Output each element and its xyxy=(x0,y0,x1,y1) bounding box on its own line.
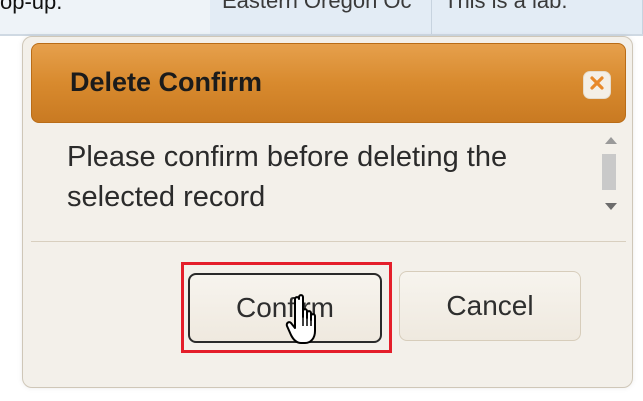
close-icon xyxy=(589,75,605,96)
background-cell-text: Eastern Oregon Oc xyxy=(222,0,412,13)
scroll-down-arrow-icon[interactable] xyxy=(605,203,617,210)
dialog-title: Delete Confirm xyxy=(70,67,263,97)
hand-pointer-icon xyxy=(285,293,325,349)
cancel-button[interactable]: Cancel xyxy=(399,271,581,341)
background-cell-text: This is a lab. xyxy=(444,0,568,13)
dialog-content: Please confirm before deleting the selec… xyxy=(31,129,626,239)
dialog-divider xyxy=(31,241,626,242)
screen: op-up. Eastern Oregon Oc This is a lab. … xyxy=(0,0,643,401)
scroll-up-arrow-icon[interactable] xyxy=(605,137,617,144)
background-text: op-up. xyxy=(0,0,63,14)
dialog-message: Please confirm before deleting the selec… xyxy=(67,141,508,213)
close-button[interactable] xyxy=(583,71,611,99)
scroll-thumb[interactable] xyxy=(602,154,616,190)
delete-confirm-dialog: Delete Confirm Please confirm before del… xyxy=(22,36,633,388)
background-cell: This is a lab. xyxy=(432,0,643,34)
background-cell: Eastern Oregon Oc xyxy=(210,0,432,34)
content-scrollbar[interactable] xyxy=(601,129,621,219)
dialog-titlebar[interactable]: Delete Confirm xyxy=(31,43,626,123)
